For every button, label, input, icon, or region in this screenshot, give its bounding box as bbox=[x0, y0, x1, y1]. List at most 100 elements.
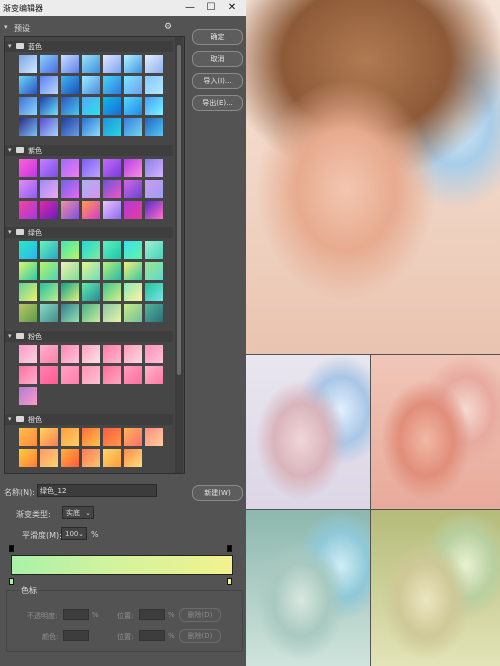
gradient-type-select[interactable]: 实底 ⌄ bbox=[62, 506, 94, 519]
gradient-preset-swatch[interactable] bbox=[61, 97, 79, 115]
delete-color-stop-button[interactable]: 删除(D) bbox=[179, 629, 221, 643]
ok-button[interactable]: 确定 bbox=[192, 29, 243, 45]
gradient-preset-swatch[interactable] bbox=[82, 428, 100, 446]
gradient-preset-swatch[interactable] bbox=[61, 428, 79, 446]
delete-opacity-stop-button[interactable]: 删除(D) bbox=[179, 608, 221, 622]
gradient-preset-swatch[interactable] bbox=[124, 55, 142, 73]
gradient-preset-swatch[interactable] bbox=[124, 449, 142, 467]
name-input[interactable]: 绿色_12 bbox=[37, 484, 157, 497]
color-swatch-field[interactable] bbox=[63, 630, 89, 641]
gradient-preset-swatch[interactable] bbox=[82, 159, 100, 177]
color-stop-right[interactable] bbox=[227, 578, 232, 585]
gradient-preset-swatch[interactable] bbox=[145, 304, 163, 322]
gradient-preset-swatch[interactable] bbox=[19, 201, 37, 219]
gradient-preset-swatch[interactable] bbox=[103, 345, 121, 363]
gradient-preset-swatch[interactable] bbox=[61, 262, 79, 280]
gradient-preset-swatch[interactable] bbox=[40, 262, 58, 280]
gradient-preset-swatch[interactable] bbox=[19, 55, 37, 73]
gradient-preset-swatch[interactable] bbox=[103, 55, 121, 73]
gradient-preset-swatch[interactable] bbox=[61, 241, 79, 259]
gradient-preset-swatch[interactable] bbox=[103, 262, 121, 280]
gradient-preset-swatch[interactable] bbox=[61, 449, 79, 467]
gradient-preset-swatch[interactable] bbox=[40, 55, 58, 73]
gradient-preset-swatch[interactable] bbox=[145, 180, 163, 198]
scrollbar-thumb[interactable] bbox=[177, 45, 181, 375]
maximize-button[interactable]: ☐ bbox=[203, 1, 219, 15]
gradient-preset-swatch[interactable] bbox=[82, 345, 100, 363]
gradient-preset-swatch[interactable] bbox=[124, 304, 142, 322]
gradient-preset-swatch[interactable] bbox=[82, 97, 100, 115]
gradient-preset-swatch[interactable] bbox=[145, 428, 163, 446]
color-stop-left[interactable] bbox=[9, 578, 14, 585]
gradient-preset-swatch[interactable] bbox=[40, 97, 58, 115]
gradient-preset-swatch[interactable] bbox=[19, 449, 37, 467]
import-button[interactable]: 导入(I)... bbox=[192, 73, 243, 89]
presets-scrollbar[interactable] bbox=[175, 37, 183, 473]
gradient-preset-swatch[interactable] bbox=[145, 201, 163, 219]
gradient-preset-swatch[interactable] bbox=[40, 201, 58, 219]
gradient-preset-swatch[interactable] bbox=[61, 76, 79, 94]
gradient-preset-swatch[interactable] bbox=[145, 76, 163, 94]
gradient-preset-swatch[interactable] bbox=[61, 118, 79, 136]
gradient-preset-swatch[interactable] bbox=[82, 283, 100, 301]
gradient-preset-swatch[interactable] bbox=[82, 180, 100, 198]
gradient-preset-swatch[interactable] bbox=[124, 366, 142, 384]
new-button[interactable]: 新建(W) bbox=[192, 485, 243, 501]
gradient-preset-swatch[interactable] bbox=[40, 449, 58, 467]
gradient-preset-swatch[interactable] bbox=[19, 262, 37, 280]
gradient-preset-swatch[interactable] bbox=[19, 159, 37, 177]
gradient-preset-swatch[interactable] bbox=[40, 241, 58, 259]
color-location-field[interactable] bbox=[139, 630, 165, 641]
close-button[interactable]: ✕ bbox=[224, 1, 240, 15]
gradient-preset-swatch[interactable] bbox=[103, 366, 121, 384]
gradient-preset-swatch[interactable] bbox=[103, 428, 121, 446]
gradient-preset-swatch[interactable] bbox=[40, 118, 58, 136]
gradient-preset-swatch[interactable] bbox=[145, 159, 163, 177]
gradient-preset-swatch[interactable] bbox=[82, 262, 100, 280]
gradient-preset-swatch[interactable] bbox=[40, 366, 58, 384]
gradient-preset-swatch[interactable] bbox=[103, 159, 121, 177]
gradient-preset-swatch[interactable] bbox=[145, 118, 163, 136]
gradient-preset-swatch[interactable] bbox=[19, 118, 37, 136]
gradient-preset-swatch[interactable] bbox=[82, 366, 100, 384]
gradient-preset-swatch[interactable] bbox=[103, 304, 121, 322]
gradient-preset-swatch[interactable] bbox=[124, 180, 142, 198]
gradient-preset-swatch[interactable] bbox=[103, 283, 121, 301]
preset-folder[interactable]: ▾ 橙色 bbox=[5, 414, 173, 425]
gradient-preset-swatch[interactable] bbox=[19, 345, 37, 363]
preset-folder[interactable]: ▾ 蓝色 bbox=[5, 41, 173, 52]
gradient-preset-swatch[interactable] bbox=[61, 345, 79, 363]
gradient-preset-swatch[interactable] bbox=[124, 159, 142, 177]
chevron-down-icon[interactable]: ▾ bbox=[8, 42, 12, 50]
gradient-preset-swatch[interactable] bbox=[19, 180, 37, 198]
gradient-preset-swatch[interactable] bbox=[82, 76, 100, 94]
gradient-preset-swatch[interactable] bbox=[103, 449, 121, 467]
gear-icon[interactable]: ⚙ bbox=[164, 22, 172, 32]
cancel-button[interactable]: 取消 bbox=[192, 51, 243, 67]
gradient-preset-swatch[interactable] bbox=[82, 55, 100, 73]
gradient-preset-swatch[interactable] bbox=[124, 428, 142, 446]
gradient-preset-swatch[interactable] bbox=[145, 345, 163, 363]
gradient-preset-swatch[interactable] bbox=[145, 241, 163, 259]
gradient-preset-swatch[interactable] bbox=[124, 262, 142, 280]
gradient-preset-swatch[interactable] bbox=[124, 118, 142, 136]
gradient-preset-swatch[interactable] bbox=[124, 241, 142, 259]
gradient-preset-swatch[interactable] bbox=[40, 76, 58, 94]
gradient-preset-swatch[interactable] bbox=[19, 428, 37, 446]
gradient-preset-swatch[interactable] bbox=[19, 387, 37, 405]
gradient-preset-swatch[interactable] bbox=[145, 262, 163, 280]
gradient-preset-swatch[interactable] bbox=[61, 283, 79, 301]
opacity-location-field[interactable] bbox=[139, 609, 165, 620]
gradient-preview-bar[interactable] bbox=[11, 555, 233, 575]
gradient-preset-swatch[interactable] bbox=[124, 97, 142, 115]
gradient-preset-swatch[interactable] bbox=[145, 366, 163, 384]
gradient-preset-swatch[interactable] bbox=[40, 345, 58, 363]
chevron-down-icon[interactable]: ▾ bbox=[8, 228, 12, 236]
preset-folder[interactable]: ▾ 粉色 bbox=[5, 331, 173, 342]
gradient-preset-swatch[interactable] bbox=[40, 304, 58, 322]
gradient-preset-swatch[interactable] bbox=[61, 180, 79, 198]
gradient-preset-swatch[interactable] bbox=[82, 201, 100, 219]
opacity-stop-right[interactable] bbox=[227, 545, 232, 552]
gradient-preset-swatch[interactable] bbox=[103, 76, 121, 94]
gradient-preset-swatch[interactable] bbox=[145, 283, 163, 301]
